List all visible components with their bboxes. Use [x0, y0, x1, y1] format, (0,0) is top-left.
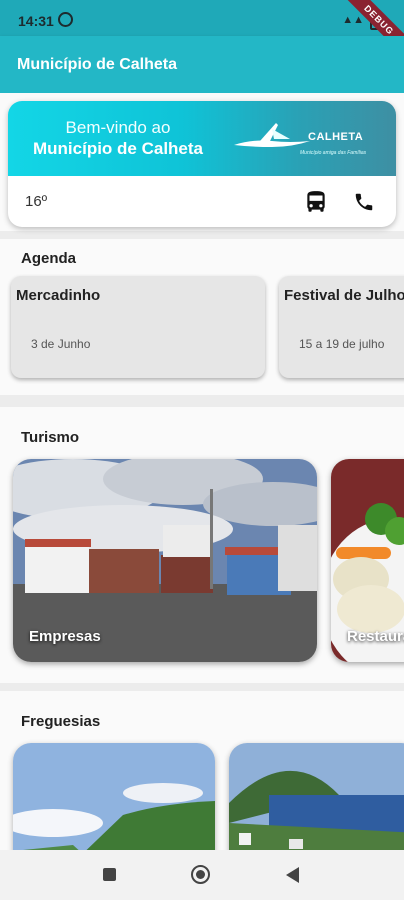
- temperature: 16º: [25, 193, 48, 210]
- welcome-line2: Município de Calheta: [32, 139, 204, 158]
- freguesia-card[interactable]: [229, 743, 404, 850]
- welcome-banner: Bem-vindo ao Município de Calheta CALHET…: [8, 101, 396, 176]
- phone-icon[interactable]: [353, 191, 375, 213]
- logo-tagline: Município amiga das Famílias: [300, 150, 367, 156]
- main-scroll[interactable]: Bem-vindo ao Município de Calheta CALHET…: [0, 93, 404, 850]
- freguesias-section: Freguesias: [0, 691, 404, 850]
- bus-icon[interactable]: [303, 189, 329, 215]
- tourism-card-label: Empresas: [29, 628, 101, 645]
- event-card[interactable]: Festival de Julho 15 a 19 de julho: [279, 276, 404, 378]
- turismo-title: Turismo: [21, 429, 80, 446]
- freguesias-title: Freguesias: [21, 713, 101, 730]
- event-date: 3 de Junho: [31, 337, 91, 351]
- tourism-card-restaurantes[interactable]: Restaurantes: [331, 459, 404, 662]
- home-button[interactable]: [191, 865, 210, 884]
- app-title: Município de Calheta: [17, 56, 178, 73]
- freguesia-card[interactable]: [13, 743, 215, 850]
- event-date: 15 a 19 de julho: [299, 337, 385, 351]
- tourism-card-empresas[interactable]: Empresas: [13, 459, 317, 662]
- turismo-section: Turismo Empresas Restaur: [0, 407, 404, 683]
- event-name: Festival de Julho: [284, 287, 404, 304]
- back-button[interactable]: [286, 867, 299, 883]
- welcome-card: Bem-vindo ao Município de Calheta CALHET…: [8, 101, 396, 227]
- status-time: 14:31: [18, 13, 54, 29]
- freguesia-photo: [229, 743, 404, 850]
- app-bar: Município de Calheta: [0, 36, 404, 93]
- signal-icon: ▲▲: [342, 14, 364, 26]
- logo-brand: CALHETA: [308, 131, 364, 143]
- freguesia-photo: [13, 743, 215, 850]
- alarm-icon: [58, 12, 73, 27]
- event-name: Mercadinho: [16, 287, 101, 304]
- status-bar: 14:31 ▲▲: [0, 0, 404, 36]
- agenda-section: Agenda Mercadinho 3 de Junho Festival de…: [0, 239, 404, 395]
- info-row: 16º: [8, 176, 396, 227]
- recents-button[interactable]: [103, 868, 116, 881]
- welcome-line1: Bem-vindo ao: [65, 118, 171, 137]
- agenda-title: Agenda: [21, 250, 77, 267]
- tourism-card-label: Restaurantes: [347, 628, 404, 645]
- system-nav-bar: [0, 850, 404, 900]
- calheta-logo: CALHETA Município amiga das Famílias: [232, 115, 384, 165]
- event-card[interactable]: Mercadinho 3 de Junho: [11, 276, 265, 378]
- welcome-section: Bem-vindo ao Município de Calheta CALHET…: [0, 93, 404, 231]
